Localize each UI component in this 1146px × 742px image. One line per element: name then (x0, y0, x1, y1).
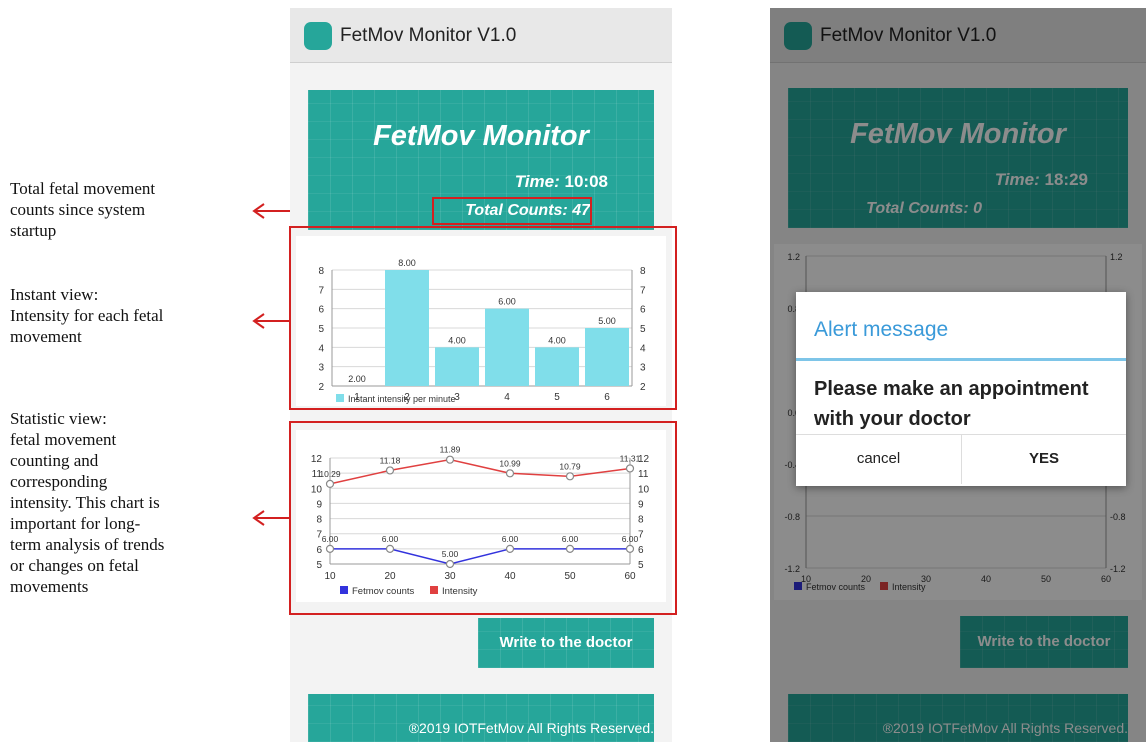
highlight-statistic-view (289, 421, 677, 615)
annotation-line: counts since system (10, 200, 146, 219)
dialog-divider (796, 358, 1126, 361)
annotation-total-counts: Total fetal movement counts since system… (10, 178, 200, 241)
time-value: 10:08 (564, 172, 608, 191)
annotation-instant-view: Instant view: Intensity for each fetal m… (10, 284, 200, 347)
copyright-text: ®2019 IOTFetMov All Rights Reserved. (408, 720, 654, 736)
arrow-instant-view (252, 313, 290, 329)
annotation-line: important for long- (10, 514, 141, 533)
annotation-line: movement (10, 327, 82, 346)
annotation-line: Total fetal movement (10, 179, 156, 198)
right-phone-screen: FetMov Monitor V1.0 FetMov Monitor Time:… (770, 8, 1146, 742)
alert-dialog: Alert message Please make an appointment… (796, 292, 1126, 486)
hero-title: FetMov Monitor (373, 120, 589, 152)
dialog-title: Alert message (814, 318, 949, 341)
annotation-line: Instant view: (10, 285, 99, 304)
footer: ®2019 IOTFetMov All Rights Reserved. (308, 694, 654, 742)
annotation-statistic-view: Statistic view: fetal movement counting … (10, 408, 200, 597)
yes-label: YES (1028, 450, 1059, 467)
annotation-line: term analysis of trends (10, 535, 165, 554)
cancel-button[interactable]: cancel (796, 434, 962, 484)
annotation-line: counting and (10, 451, 99, 470)
annotation-line: movements (10, 577, 89, 596)
app-bar: FetMov Monitor V1.0 (290, 8, 672, 63)
write-doctor-button[interactable]: Write to the doctor (478, 618, 654, 668)
annotation-line: Intensity for each fetal (10, 306, 164, 325)
highlight-total-counts (432, 197, 592, 225)
annotation-line: intensity. This chart is (10, 493, 160, 512)
time-display: Time: 10:08 (515, 172, 608, 192)
arrow-statistic-view (252, 510, 290, 526)
annotation-line: fetal movement (10, 430, 117, 449)
yes-button[interactable]: YES (962, 434, 1126, 484)
write-doctor-label: Write to the doctor (499, 634, 633, 651)
cancel-label: cancel (856, 450, 901, 467)
annotation-line: Statistic view: (10, 409, 107, 428)
annotation-line: corresponding (10, 472, 108, 491)
annotation-line: or changes on fetal (10, 556, 139, 575)
annotation-line: startup (10, 221, 57, 240)
dialog-message: Please make an appointment with your doc… (814, 378, 1089, 430)
android-icon (304, 22, 332, 50)
time-label: Time: (514, 172, 560, 191)
app-title: FetMov Monitor V1.0 (340, 25, 517, 46)
highlight-instant-view (289, 226, 677, 410)
